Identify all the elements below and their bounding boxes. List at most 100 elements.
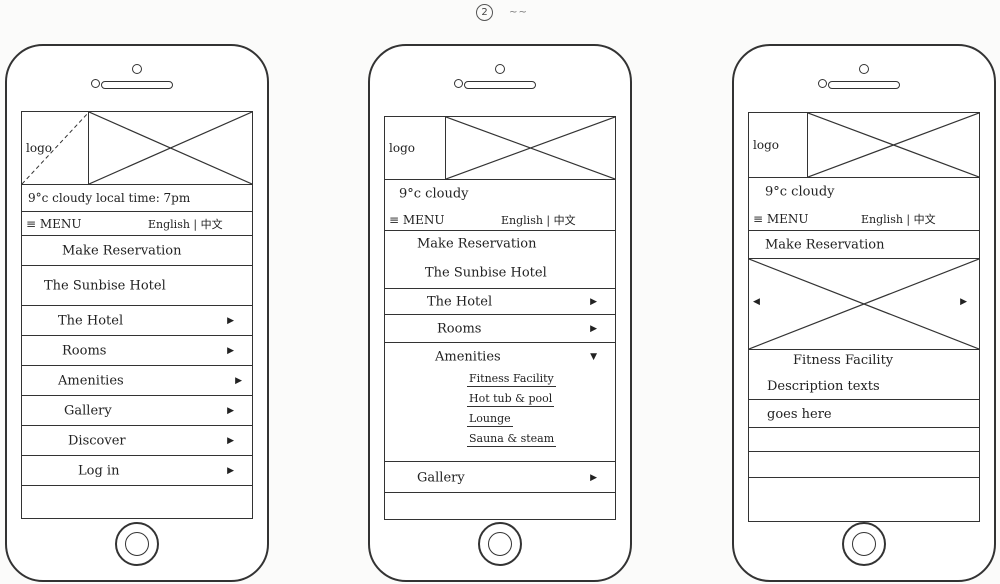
screen: logo 9°c cloudy ≡ MENU English | 中文 Make… [748,112,980,522]
carousel-next-icon[interactable]: ▶ [960,297,967,307]
logo-text: logo [389,141,415,155]
logo-text: logo [753,138,779,152]
speaker-slot [464,81,536,89]
front-camera [132,64,142,74]
menu-bar: ≡ MENU English | 中文 [385,209,615,231]
menu-bar: ≡ MENU English | 中文 [22,212,252,236]
nav-item-amenities[interactable]: Amenities ▼ [385,343,615,371]
weather-bar: 9°c cloudy [749,177,979,207]
banner-image-placeholder [445,117,615,179]
front-camera [859,64,869,74]
reservation-row[interactable]: Make Reservation [749,231,979,259]
logo-placeholder[interactable]: logo [385,117,445,179]
front-camera [495,64,505,74]
sensor [91,79,100,88]
nav-item-gallery[interactable]: Gallery ▶ [385,463,615,493]
phone-mockup-facility-detail: logo 9°c cloudy ≡ MENU English | 中文 Make… [732,44,996,582]
banner-image-placeholder [807,113,979,177]
submenu-lounge[interactable]: Lounge [467,411,513,427]
carousel-prev-icon[interactable]: ◀ [753,297,760,307]
page-number: 2 [476,4,493,21]
nav-label: The Hotel [58,313,124,328]
phone-mockup-amenities-menu: logo 9°c cloudy ≡ MENU English | 中文 Make… [368,44,632,582]
logo-diagonal [22,112,89,184]
submenu-fitness-facility[interactable]: Fitness Facility [467,371,556,387]
nav-label: Discover [68,433,126,448]
hotel-name: The Sunbise Hotel [44,278,166,293]
nav-item-rooms[interactable]: Rooms ▶ [22,336,252,366]
nav-label: Gallery [64,403,112,418]
weather-text: 9°c cloudy [399,186,469,202]
language-switch[interactable]: English | 中文 [861,211,936,227]
text-line [749,477,979,478]
screen: logo 9°c cloudy local time: 7pm ≡ MENU E… [21,111,253,519]
nav-item-rooms[interactable]: Rooms ▶ [385,315,615,343]
nav-label: Log in [78,463,120,478]
reservation-row[interactable]: Make Reservation [385,231,615,257]
header-banner: logo [22,112,252,185]
nav-label: Amenities [435,349,501,365]
nav-item-discover[interactable]: Discover ▶ [22,426,252,456]
reservation-button[interactable]: Make Reservation [62,243,182,258]
text-line [749,427,979,428]
hotel-name-row: The Sunbise Hotel [22,266,252,306]
facility-description-line2: goes here [767,407,832,422]
triangle-arrow-icon: ▶ [227,465,234,476]
home-button[interactable] [115,522,159,566]
image-carousel: ◀ ▶ [749,259,979,350]
nav-label: Rooms [437,321,482,336]
reservation-row[interactable]: Make Reservation [22,236,252,266]
home-button[interactable] [478,522,522,566]
nav-item-the-hotel[interactable]: The Hotel ▶ [22,306,252,336]
sensor [818,79,827,88]
triangle-arrow-icon: ▶ [227,405,234,416]
nav-item-the-hotel[interactable]: The Hotel ▶ [385,289,615,315]
nav-label: The Hotel [427,294,493,309]
header-banner: logo [385,117,615,180]
triangle-arrow-icon: ▼ [590,352,597,362]
triangle-arrow-icon: ▶ [590,472,597,483]
hotel-name-row: The Sunbise Hotel [385,257,615,289]
banner-image-placeholder [89,112,252,184]
submenu-hot-tub-pool[interactable]: Hot tub & pool [467,391,555,407]
divider [385,461,615,462]
nav-label: Gallery [417,470,465,485]
facility-description-line1: Description texts [767,379,880,394]
carousel-image-placeholder [749,259,979,349]
menu-button[interactable]: ≡ MENU [389,213,445,227]
page-number-marker: 2 ~~ [476,4,528,21]
sensor [454,79,463,88]
menu-bar: ≡ MENU English | 中文 [749,207,979,231]
hotel-name: The Sunbise Hotel [425,265,547,280]
screen: logo 9°c cloudy ≡ MENU English | 中文 Make… [384,116,616,520]
weather-bar: 9°c cloudy local time: 7pm [22,184,252,212]
weather-text: 9°c cloudy [765,184,835,200]
header-banner: logo [749,113,979,178]
triangle-arrow-icon: ▶ [590,296,597,307]
triangle-arrow-icon: ▶ [235,375,242,386]
weather-bar: 9°c cloudy [385,179,615,209]
triangle-arrow-icon: ▶ [590,323,597,334]
triangle-arrow-icon: ▶ [227,345,234,356]
nav-item-gallery[interactable]: Gallery ▶ [22,396,252,426]
nav-label: Rooms [62,343,107,358]
language-switch[interactable]: English | 中文 [501,212,576,228]
submenu-sauna-steam[interactable]: Sauna & steam [467,431,557,447]
language-switch[interactable]: English | 中文 [148,216,223,232]
logo-placeholder[interactable]: logo [749,113,807,177]
reservation-button[interactable]: Make Reservation [417,237,537,252]
menu-button[interactable]: ≡ MENU [26,217,82,231]
nav-item-login[interactable]: Log in ▶ [22,456,252,486]
home-button[interactable] [842,522,886,566]
reservation-button[interactable]: Make Reservation [765,237,885,252]
facility-title: Fitness Facility [793,353,894,368]
nav-item-amenities[interactable]: Amenities ▶ [22,366,252,396]
text-line [749,399,979,400]
nav-label: Amenities [58,373,124,388]
triangle-arrow-icon: ▶ [227,315,234,326]
weather-text: 9°c cloudy local time: 7pm [28,190,191,205]
menu-button[interactable]: ≡ MENU [753,212,809,226]
phone-mockup-home: logo 9°c cloudy local time: 7pm ≡ MENU E… [5,44,269,582]
speaker-slot [828,81,900,89]
speaker-slot [101,81,173,89]
